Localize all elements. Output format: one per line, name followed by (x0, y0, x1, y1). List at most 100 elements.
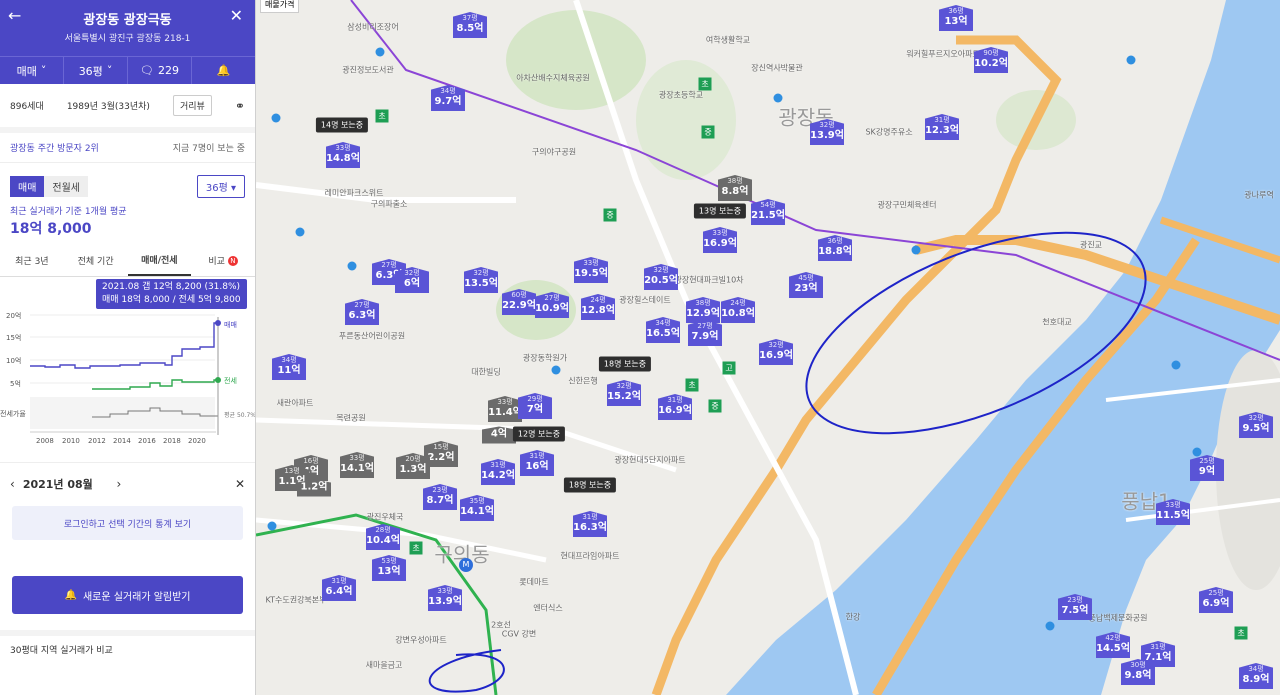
bus-stop-icon[interactable] (267, 521, 277, 531)
price-marker[interactable]: 32평 6억 (395, 267, 429, 293)
subway-station-icon[interactable]: M (459, 558, 473, 572)
tab-recent-3y[interactable]: 최근 3년 (0, 245, 64, 276)
price-marker[interactable]: 33평 13.9억 (428, 585, 462, 611)
price-marker[interactable]: 24평 10.8억 (721, 297, 755, 323)
price-marker[interactable]: 23평 8.7억 (423, 484, 457, 510)
bus-stop-icon[interactable] (911, 245, 921, 255)
price-marker[interactable]: 34평 9.7억 (431, 85, 465, 111)
share-icon[interactable]: ⚭ (235, 99, 245, 113)
price-marker[interactable]: 34평 16.5억 (646, 317, 680, 343)
price-marker[interactable]: 31평 12.3억 (925, 114, 959, 140)
street-view-button[interactable]: 거리뷰 (173, 95, 212, 116)
price-marker[interactable]: 29평 7억 (518, 393, 552, 419)
size-dropdown[interactable]: 36평 ▾ (196, 174, 245, 198)
price-marker[interactable]: 1.2억 (297, 479, 331, 497)
price-marker[interactable]: 90평 10.2억 (974, 47, 1008, 73)
price-marker[interactable]: 31평 16.3억 (573, 511, 607, 537)
bus-stop-icon[interactable] (1171, 360, 1181, 370)
price-marker[interactable]: 32평 16.9억 (759, 339, 793, 365)
school-icon[interactable]: 초 (1234, 626, 1248, 640)
chevron-right-icon[interactable]: › (116, 477, 121, 491)
price-marker[interactable]: 31평 16.9억 (658, 394, 692, 420)
close-icon[interactable]: ✕ (230, 6, 243, 25)
bus-stop-icon[interactable] (271, 113, 281, 123)
viewing-count-label[interactable]: 13명 보는중 (693, 203, 747, 219)
bus-stop-icon[interactable] (1192, 447, 1202, 457)
price-marker[interactable]: 37평 8.5억 (453, 12, 487, 38)
school-icon[interactable]: 중 (603, 208, 617, 222)
school-icon[interactable]: 고 (722, 361, 736, 375)
size-selector[interactable]: 36평 ˅ (64, 57, 128, 84)
school-icon[interactable]: 초 (409, 541, 423, 555)
price-chart[interactable]: 2021.08 갭 12억 8,200 (31.8%) 매매 18억 8,000… (0, 277, 255, 462)
viewing-count-label[interactable]: 12명 보는중 (512, 426, 566, 442)
school-icon[interactable]: 중 (708, 399, 722, 413)
price-marker[interactable]: 60평 22.9억 (502, 289, 536, 315)
login-stats-button[interactable]: 로그인하고 선택 기간의 통계 보기 (12, 506, 243, 540)
school-icon[interactable]: 초 (698, 77, 712, 91)
bus-stop-icon[interactable] (347, 261, 357, 271)
map-view[interactable]: 매물가격 광장동 구의동 풍납1 광진교 천호대교 한강 삼성비리조장어 광진정보도서관 아차산… (256, 0, 1280, 695)
price-marker[interactable]: 36평 13억 (939, 5, 973, 31)
price-alert-button[interactable]: 🔔 새로운 실거래가 알림받기 (12, 576, 243, 614)
lease-toggle[interactable]: 전월세 (44, 175, 89, 197)
price-marker[interactable]: 33평 11.5억 (1156, 499, 1190, 525)
price-marker[interactable]: 32평 9.5억 (1239, 412, 1273, 438)
rank-row[interactable]: 광장동 주간 방문자 2위 지금 7명이 보는 중 (0, 133, 255, 163)
school-icon[interactable]: 중 (701, 125, 715, 139)
school-icon[interactable]: 초 (375, 109, 389, 123)
notification-button[interactable]: 🔔 (192, 57, 255, 84)
price-marker[interactable]: 27평 7.9억 (688, 320, 722, 346)
bus-stop-icon[interactable] (773, 93, 783, 103)
price-marker[interactable]: 20평 1.3억 (396, 453, 430, 479)
tab-compare[interactable]: 비교 N (191, 245, 255, 276)
price-marker[interactable]: 32평 15.2억 (607, 380, 641, 406)
price-marker[interactable]: 33평 19.5억 (574, 257, 608, 283)
price-marker[interactable]: 36평 18.8억 (818, 235, 852, 261)
school-icon[interactable]: 초 (685, 378, 699, 392)
bus-stop-icon[interactable] (1045, 621, 1055, 631)
bus-stop-icon[interactable] (1126, 55, 1136, 65)
bus-stop-icon[interactable] (295, 227, 305, 237)
bus-stop-icon[interactable] (551, 365, 561, 375)
price-marker[interactable]: 23평 7.5억 (1058, 594, 1092, 620)
close-icon[interactable]: ✕ (235, 477, 245, 491)
tab-sale-lease[interactable]: 매매/전세 (127, 245, 192, 276)
deal-type-selector[interactable]: 매매 ˅ (0, 57, 64, 84)
price-marker[interactable]: 32평 13.9억 (810, 119, 844, 145)
price-marker[interactable]: 53평 13억 (372, 555, 406, 581)
price-marker[interactable]: 27평 6.3억 (345, 299, 379, 325)
tab-all-period[interactable]: 전체 기간 (64, 245, 128, 276)
price-marker[interactable]: 38평 12.9억 (686, 297, 720, 323)
price-marker[interactable]: 32평 20.5억 (644, 264, 678, 290)
price-marker[interactable]: 28평 10.4억 (366, 524, 400, 550)
comments-button[interactable]: 🗨 229 (128, 57, 192, 84)
price-marker[interactable]: 34평 11억 (272, 354, 306, 380)
viewing-count-label[interactable]: 14명 보는중 (315, 117, 369, 133)
bus-stop-icon[interactable] (375, 47, 385, 57)
sale-toggle[interactable]: 매매 (10, 175, 45, 197)
price-marker[interactable]: 4억 (482, 426, 516, 444)
price-marker[interactable]: 25평 6.9억 (1199, 587, 1233, 613)
price-marker[interactable]: 33평 16.9억 (703, 227, 737, 253)
price-marker[interactable]: 42평 14.5억 (1096, 632, 1130, 658)
price-marker[interactable]: 34평 8.9억 (1239, 663, 1273, 689)
price-marker[interactable]: 31평 6.4억 (322, 575, 356, 601)
price-marker[interactable]: 24평 12.8억 (581, 294, 615, 320)
price-marker[interactable]: 54평 21.5억 (751, 199, 785, 225)
price-marker[interactable]: 27평 10.9억 (535, 292, 569, 318)
price-marker[interactable]: 25평 9억 (1190, 455, 1224, 481)
price-marker[interactable]: 33평 14.8억 (326, 142, 360, 168)
price-marker[interactable]: 30평 9.8억 (1121, 659, 1155, 685)
price-marker[interactable]: 33평 14.1억 (340, 452, 374, 478)
price-marker[interactable]: 45평 23억 (789, 272, 823, 298)
price-marker[interactable]: 35평 14.1억 (460, 495, 494, 521)
price-marker[interactable]: 38평 8.8억 (718, 175, 752, 201)
price-marker[interactable]: 31평 14.2억 (481, 459, 515, 485)
viewing-count-label[interactable]: 18명 보는중 (598, 356, 652, 372)
price-marker[interactable]: 31평 16억 (520, 450, 554, 476)
price-type-chip[interactable]: 매물가격 (260, 0, 300, 13)
viewing-count-label[interactable]: 18명 보는중 (563, 477, 617, 493)
price-marker[interactable]: 32평 13.5억 (464, 267, 498, 293)
chevron-left-icon[interactable]: ‹ (10, 477, 15, 491)
